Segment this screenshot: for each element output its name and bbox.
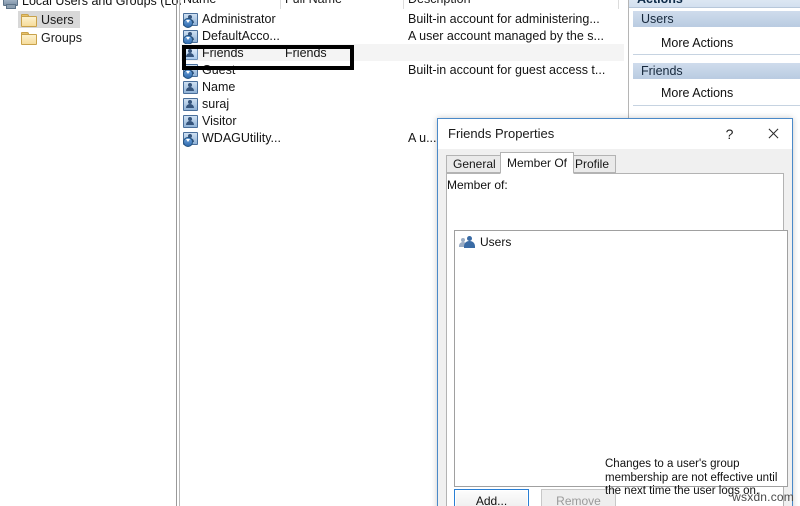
screen-root: Local Users and Groups (Local) Users Gro… bbox=[0, 0, 800, 506]
actions-group-friends: Friends bbox=[633, 62, 800, 79]
folder-icon bbox=[21, 13, 37, 27]
user-account-icon bbox=[183, 97, 198, 111]
table-row[interactable]: Administrator Built-in account for admin… bbox=[181, 10, 624, 28]
close-button[interactable] bbox=[756, 119, 789, 148]
user-account-icon bbox=[183, 131, 198, 147]
column-header-full-name[interactable]: Full Name bbox=[285, 0, 342, 6]
close-icon bbox=[767, 128, 778, 139]
dialog-body: General Member Of Profile Member of: Use… bbox=[438, 149, 792, 506]
group-icon bbox=[459, 235, 475, 249]
user-name-label: Administrator bbox=[202, 11, 276, 26]
sidebar-item-groups[interactable]: Groups bbox=[18, 29, 88, 46]
user-name-cell: Guest bbox=[183, 61, 236, 79]
add-button[interactable]: Add... bbox=[454, 489, 529, 506]
user-name-label: Friends bbox=[202, 45, 244, 60]
user-name-cell: Visitor bbox=[183, 112, 237, 129]
user-name-label: suraj bbox=[202, 96, 230, 111]
column-divider[interactable] bbox=[280, 0, 281, 9]
column-divider[interactable] bbox=[618, 0, 619, 9]
watermark: wsxdn.com bbox=[732, 490, 794, 504]
user-account-icon bbox=[183, 46, 198, 60]
user-name-cell: DefaultAcco... bbox=[183, 27, 280, 45]
tab-member-of[interactable]: Member Of bbox=[500, 152, 575, 174]
user-account-icon bbox=[183, 114, 198, 128]
user-description-cell: A u... bbox=[408, 130, 437, 145]
user-account-icon bbox=[183, 63, 198, 79]
table-row-selected[interactable]: Friends Friends bbox=[181, 44, 624, 61]
user-description-cell: Built-in account for guest access t... bbox=[408, 62, 606, 77]
user-account-icon bbox=[183, 29, 198, 45]
user-account-icon bbox=[183, 80, 198, 94]
console-icon bbox=[2, 0, 18, 9]
table-row[interactable]: Name bbox=[181, 78, 624, 95]
user-name-label: Guest bbox=[202, 62, 236, 77]
member-of-label: Member of: bbox=[447, 178, 508, 192]
user-description-cell: Built-in account for administering... bbox=[408, 11, 600, 26]
user-description-cell: A user account managed by the s... bbox=[408, 28, 604, 43]
user-name-cell: Name bbox=[183, 78, 235, 95]
action-more-actions-friends[interactable]: More Actions bbox=[633, 85, 800, 102]
column-divider[interactable] bbox=[403, 0, 404, 9]
tab-general[interactable]: General bbox=[446, 155, 503, 173]
console-tree-pane: Local Users and Groups (Local) Users Gro… bbox=[0, 0, 198, 506]
folder-icon bbox=[21, 31, 37, 45]
dialog-title: Friends Properties bbox=[448, 126, 555, 141]
dialog-tabstrip: General Member Of Profile bbox=[446, 152, 784, 174]
column-header-name[interactable]: Name bbox=[183, 0, 216, 6]
friends-properties-dialog: Friends Properties ? General Member Of P… bbox=[437, 118, 793, 506]
column-header-description[interactable]: Description bbox=[408, 0, 471, 6]
user-name-cell: suraj bbox=[183, 95, 229, 112]
user-name-cell: Administrator bbox=[183, 10, 276, 28]
list-item[interactable]: Users bbox=[459, 234, 511, 250]
user-name-label: WDAGUtility... bbox=[202, 130, 281, 145]
sidebar-item-users[interactable]: Users bbox=[18, 11, 80, 28]
sidebar-item-label: Users bbox=[41, 12, 74, 27]
member-of-listbox[interactable]: Users bbox=[454, 230, 788, 487]
user-name-label: DefaultAcco... bbox=[202, 28, 280, 43]
action-more-actions-users[interactable]: More Actions bbox=[633, 35, 800, 52]
table-row[interactable]: suraj bbox=[181, 95, 624, 112]
user-name-label: Name bbox=[202, 79, 236, 94]
user-name-cell: Friends bbox=[183, 44, 244, 61]
help-button[interactable]: ? bbox=[713, 119, 746, 148]
dialog-titlebar[interactable]: Friends Properties ? bbox=[438, 119, 792, 149]
tab-profile[interactable]: Profile bbox=[568, 155, 617, 173]
sidebar-item-label: Groups bbox=[41, 30, 82, 45]
table-row[interactable]: DefaultAcco... A user account managed by… bbox=[181, 27, 624, 45]
user-fullname-cell: Friends bbox=[285, 45, 327, 60]
user-account-icon bbox=[183, 12, 198, 28]
user-name-cell: WDAGUtility... bbox=[183, 129, 281, 147]
actions-group-users: Users bbox=[633, 10, 800, 27]
member-group-label: Users bbox=[480, 235, 512, 249]
tree-root-node[interactable]: Local Users and Groups (Local) bbox=[2, 0, 199, 9]
user-name-label: Visitor bbox=[202, 113, 237, 128]
actions-pane-title: Actions bbox=[629, 0, 800, 8]
tree-list-splitter[interactable] bbox=[176, 0, 180, 506]
tree-root-label: Local Users and Groups (Local) bbox=[22, 0, 199, 8]
table-row[interactable]: Guest Built-in account for guest access … bbox=[181, 61, 624, 79]
